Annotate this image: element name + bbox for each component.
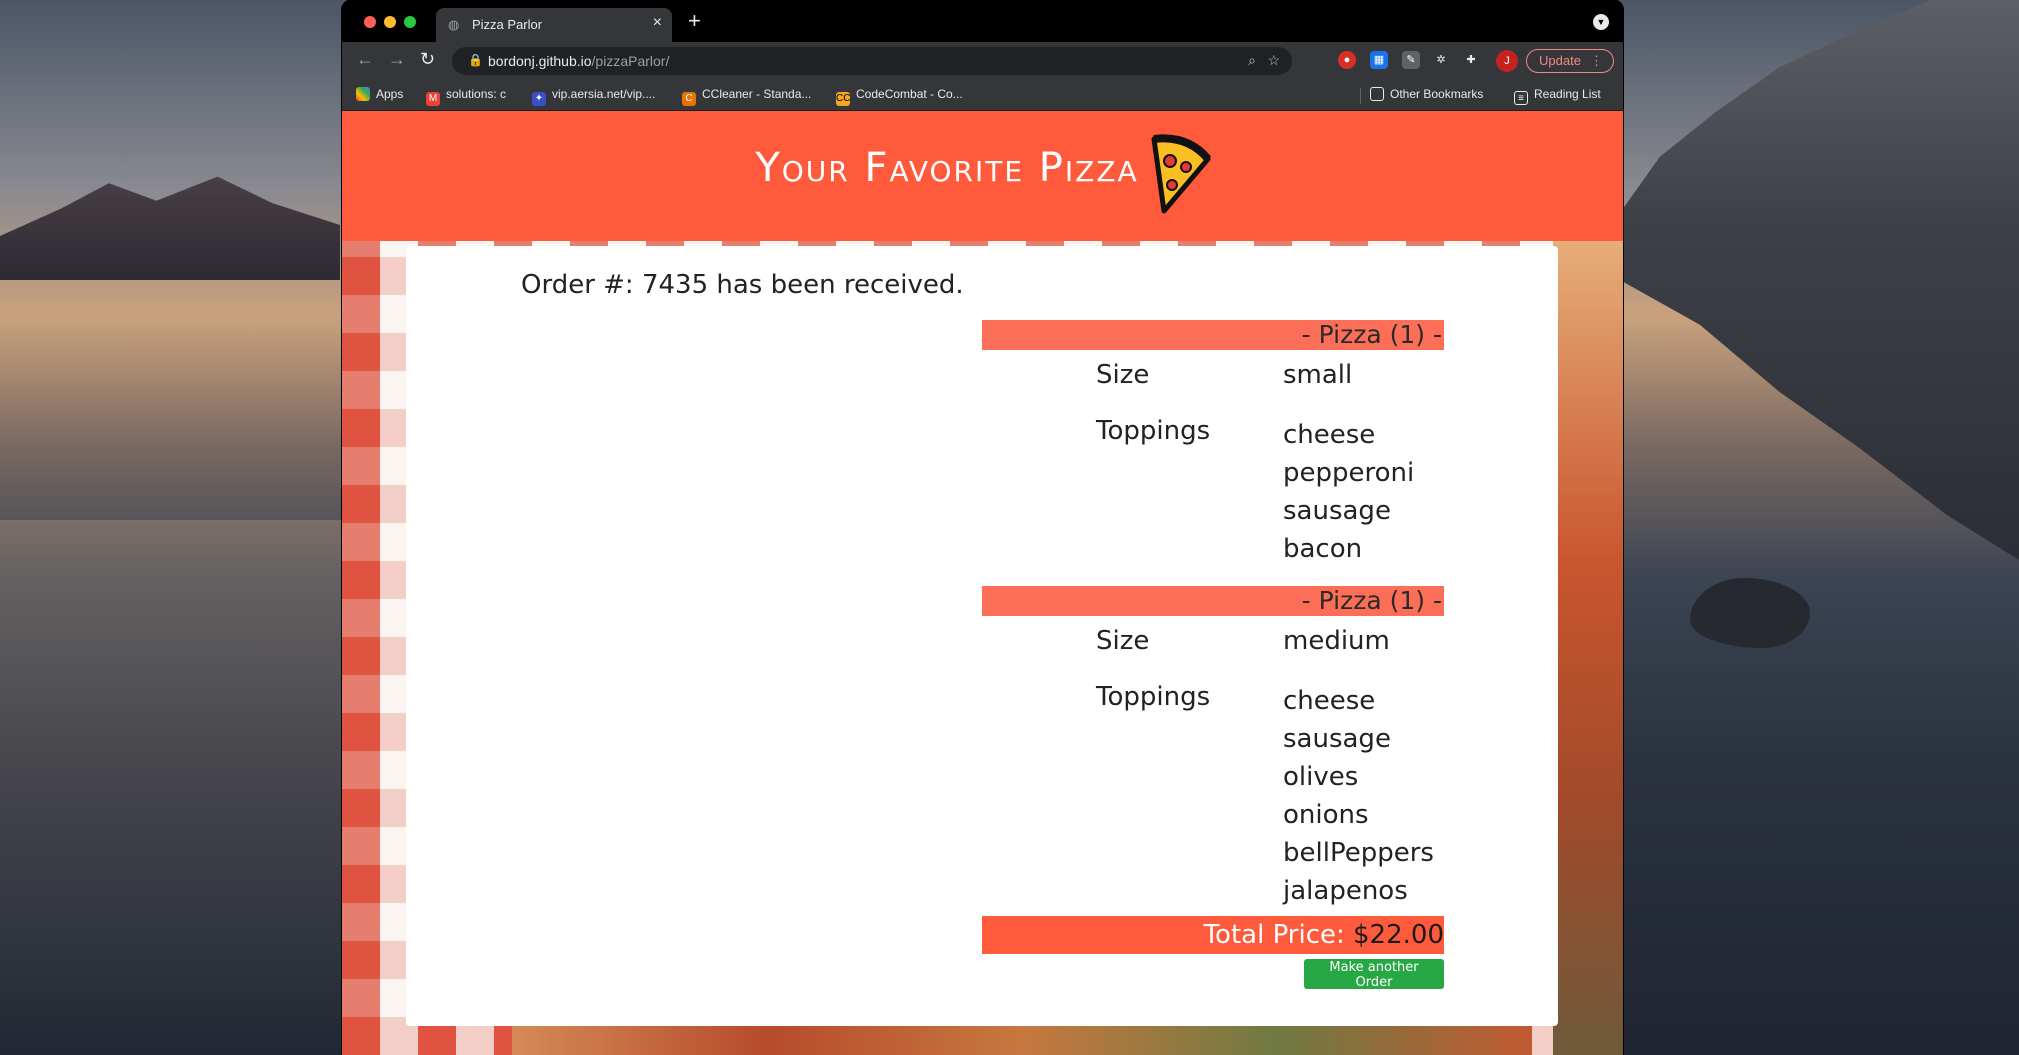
lock-icon: 🔒 xyxy=(468,53,483,67)
bookmark-codecombat[interactable]: CC CodeCombat - Co... xyxy=(836,87,963,106)
close-tab-icon[interactable]: × xyxy=(653,14,662,32)
size-label: Size xyxy=(1096,626,1150,656)
extensions-puzzle-icon[interactable]: ✚ xyxy=(1462,51,1480,69)
pizza-slice-icon xyxy=(1151,134,1212,214)
list-item: cheese xyxy=(1283,686,1376,716)
size-value: medium xyxy=(1283,626,1390,656)
bookmark-separator xyxy=(1360,88,1361,104)
url-text[interactable]: bordonj.github.io/pizzaParlor/ xyxy=(488,53,669,69)
pizza-background-bottom xyxy=(512,1025,1532,1055)
wallpaper-rock xyxy=(1690,578,1810,648)
bookmark-ccleaner[interactable]: C CCleaner - Standa... xyxy=(682,87,811,106)
pizza-background xyxy=(1553,231,1623,1055)
browser-window: ◍ Pizza Parlor × + ▼ ← → ↻ 🔒 bordonj.git… xyxy=(342,0,1623,1055)
update-button[interactable]: Update ⋮ xyxy=(1526,49,1614,73)
toppings-label: Toppings xyxy=(1096,416,1211,446)
toppings-list: cheese pepperoni sausage bacon xyxy=(982,416,1444,568)
list-item: bellPeppers xyxy=(1283,838,1434,868)
pizza-header: - Pizza (1) - xyxy=(982,586,1444,616)
total-price-bar: Total Price: $22.00 xyxy=(982,916,1444,954)
bookmark-aersia[interactable]: ✦ vip.aersia.net/vip.... xyxy=(532,87,655,106)
pen-extension-icon[interactable]: ✎ xyxy=(1402,51,1420,69)
zoom-icon[interactable]: ⌕ xyxy=(1248,52,1256,69)
forward-icon[interactable]: → xyxy=(388,49,406,70)
reload-icon[interactable]: ↻ xyxy=(420,49,435,70)
page-title: Your Favorite Pizza xyxy=(755,145,1139,191)
bookmark-star-icon[interactable]: ☆ xyxy=(1267,52,1280,69)
close-window-button[interactable] xyxy=(364,16,376,28)
list-item: olives xyxy=(1283,762,1359,792)
order-summary: - Pizza (1) - Size small Toppings cheese… xyxy=(982,320,1444,990)
size-value: small xyxy=(1283,360,1353,390)
pizza-size-row: Size medium xyxy=(982,616,1444,668)
list-item: jalapenos xyxy=(1283,876,1408,906)
wallpaper-sea xyxy=(0,520,345,1055)
reading-list-icon: ≡ xyxy=(1514,91,1528,105)
kebab-menu-icon: ⋮ xyxy=(1590,53,1603,68)
pizza-header: - Pizza (1) - xyxy=(982,320,1444,350)
browser-toolbar: ← → ↻ 🔒 bordonj.github.io/pizzaParlor/ ⌕… xyxy=(342,42,1623,80)
site-header: Your Favorite Pizza xyxy=(342,111,1623,241)
pizza-toppings-row: Toppings cheese sausage olives onions be… xyxy=(982,668,1444,916)
gmail-icon: M xyxy=(426,92,440,106)
make-another-order-button[interactable]: Make another Order xyxy=(1304,959,1444,990)
minimize-window-button[interactable] xyxy=(384,16,396,28)
list-item: onions xyxy=(1283,800,1369,830)
bookmark-other[interactable]: Other Bookmarks xyxy=(1370,87,1483,101)
tab-pizza-parlor[interactable]: ◍ Pizza Parlor × xyxy=(436,8,672,42)
aersia-icon: ✦ xyxy=(532,92,546,106)
apps-grid-icon xyxy=(356,87,370,101)
list-item: pepperoni xyxy=(1283,458,1415,488)
ccleaner-icon: C xyxy=(682,92,696,106)
list-item: cheese xyxy=(1283,420,1376,450)
order-card: Order #: 7435 has been received. - Pizza… xyxy=(406,246,1558,1026)
bookmarks-bar: Apps Msolutions: c ✦ vip.aersia.net/vip..… xyxy=(342,80,1623,111)
order-confirmation: Order #: 7435 has been received. xyxy=(521,270,964,300)
list-item: bacon xyxy=(1283,534,1363,564)
tab-strip: ◍ Pizza Parlor × + ▼ xyxy=(342,0,1623,42)
tab-title: Pizza Parlor xyxy=(472,17,543,32)
total-amount: $22.00 xyxy=(1353,920,1444,950)
codecombat-icon: CC xyxy=(836,92,851,106)
bookmark-reading-list[interactable]: ≡ Reading List xyxy=(1514,87,1601,105)
back-icon[interactable]: ← xyxy=(356,49,374,70)
wallpaper-hill xyxy=(0,176,340,280)
address-bar[interactable]: 🔒 bordonj.github.io/pizzaParlor/ ⌕ ☆ xyxy=(452,47,1292,75)
maximize-window-button[interactable] xyxy=(404,16,416,28)
pizza-toppings-row: Toppings cheese pepperoni sausage bacon xyxy=(982,402,1444,572)
size-label: Size xyxy=(1096,360,1150,390)
bookmark-solutions[interactable]: Msolutions: c xyxy=(426,87,506,106)
profile-avatar[interactable]: J xyxy=(1496,50,1518,72)
total-label: Total Price: xyxy=(1203,920,1345,950)
pizza-size-row: Size small xyxy=(982,350,1444,402)
new-tab-icon[interactable]: + xyxy=(688,8,701,34)
page-viewport: Your Favorite Pizza Order #: 7435 has be… xyxy=(342,111,1623,1055)
calendar-extension-icon[interactable]: ▦ xyxy=(1370,51,1388,69)
tab-search-icon[interactable]: ▼ xyxy=(1593,14,1609,30)
list-item: sausage xyxy=(1283,724,1391,754)
toppings-list: cheese sausage olives onions bellPeppers… xyxy=(982,682,1444,910)
react-devtools-icon[interactable]: ✲ xyxy=(1432,51,1450,69)
wallpaper-cliff xyxy=(1620,0,2019,560)
folder-icon xyxy=(1370,87,1384,101)
list-item: sausage xyxy=(1283,496,1391,526)
bookmark-apps[interactable]: Apps xyxy=(356,87,403,101)
toppings-label: Toppings xyxy=(1096,682,1211,712)
adblock-extension-icon[interactable]: ● xyxy=(1338,51,1356,69)
globe-icon: ◍ xyxy=(448,17,460,32)
